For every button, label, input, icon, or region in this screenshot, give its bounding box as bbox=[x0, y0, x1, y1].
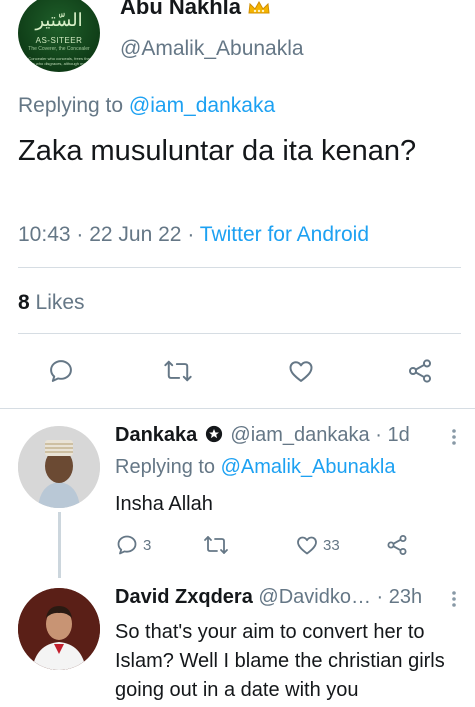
thread-line bbox=[58, 512, 61, 578]
share-button[interactable] bbox=[404, 355, 436, 387]
meta-separator: · bbox=[370, 586, 389, 608]
share-icon bbox=[387, 535, 407, 555]
replying-handle-link[interactable]: @iam_dankaka bbox=[129, 94, 275, 117]
meta-separator: · bbox=[181, 223, 200, 246]
like-button[interactable] bbox=[285, 355, 317, 387]
retweet-button[interactable] bbox=[203, 532, 229, 558]
comment-icon bbox=[50, 360, 72, 382]
reply-actions: 3 33 bbox=[115, 532, 435, 558]
tweet-text: Zaka musuluntar da ita kenan? bbox=[18, 135, 417, 167]
tweet-time: 10:43 bbox=[18, 223, 71, 246]
avatar-title: السّتير bbox=[35, 10, 83, 31]
reply-author-handle[interactable]: @iam_dankaka bbox=[230, 424, 369, 446]
replying-handle-link[interactable]: @Amalik_Abunakla bbox=[221, 456, 396, 478]
likes-number: 8 bbox=[18, 291, 30, 314]
reply-author-handle[interactable]: @Davidko… bbox=[258, 586, 371, 608]
display-name-text: Abu Nakhla bbox=[120, 0, 242, 19]
divider bbox=[18, 267, 461, 268]
reply-header: David Zxqdera @Davidko… · 23h bbox=[115, 586, 422, 609]
share-icon bbox=[408, 359, 432, 383]
avatar[interactable] bbox=[18, 588, 100, 670]
meta-separator: · bbox=[369, 424, 388, 446]
reply-text: So that's your aim to convert her to Isl… bbox=[115, 621, 445, 701]
avatar-small-text: Concealer who conceals, frees the one wh… bbox=[28, 56, 90, 66]
reply-author-name[interactable]: David Zxqdera bbox=[115, 586, 253, 608]
reply-button[interactable] bbox=[45, 355, 77, 387]
replying-prefix: Replying to bbox=[18, 94, 124, 117]
divider bbox=[0, 408, 475, 409]
reply-author-name[interactable]: Dankaka bbox=[115, 424, 197, 446]
meta-separator: · bbox=[70, 223, 90, 246]
likes-label: Likes bbox=[35, 291, 85, 314]
comment-icon bbox=[117, 535, 137, 555]
retweet-icon bbox=[164, 360, 192, 382]
reply-time: 23h bbox=[388, 586, 423, 608]
tweet-date: 22 Jun 22 bbox=[89, 223, 182, 246]
retweet-icon bbox=[204, 536, 228, 554]
crown-icon bbox=[248, 1, 270, 14]
avatar-subtitle: AS-SITEER bbox=[35, 36, 83, 45]
tweet-source-link[interactable]: Twitter for Android bbox=[200, 223, 369, 246]
reply-count: 3 bbox=[143, 536, 152, 554]
reply-tweet[interactable]: David Zxqdera @Davidko… · 23h So that's … bbox=[0, 582, 475, 707]
replying-prefix: Replying to bbox=[115, 456, 216, 478]
more-options-icon[interactable] bbox=[451, 428, 457, 446]
reply-time: 1d bbox=[387, 424, 410, 446]
like-icon bbox=[289, 361, 313, 382]
divider bbox=[18, 333, 461, 334]
avatar[interactable]: السّتير AS-SITEER The Coverer, the Conce… bbox=[18, 0, 100, 72]
avatar-photo bbox=[18, 426, 100, 508]
tweet-actions bbox=[0, 355, 475, 391]
avatar-photo bbox=[18, 588, 100, 670]
reply-button[interactable]: 3 bbox=[115, 532, 151, 558]
replying-to: Replying to @Amalik_Abunakla bbox=[115, 456, 395, 479]
reply-text: Insha Allah bbox=[115, 493, 213, 515]
avatar-caption: The Coverer, the Concealer bbox=[28, 46, 90, 52]
avatar[interactable] bbox=[18, 426, 100, 508]
reply-header: Dankaka @iam_dankaka · 1d bbox=[115, 424, 410, 447]
like-button[interactable]: 33 bbox=[295, 532, 340, 558]
likes-count[interactable]: 8 Likes bbox=[18, 291, 85, 315]
like-count: 33 bbox=[323, 536, 340, 554]
display-name[interactable]: Abu Nakhla bbox=[120, 0, 271, 20]
author-handle[interactable]: @Amalik_Abunakla bbox=[120, 37, 304, 61]
tweet-author[interactable]: السّتير AS-SITEER The Coverer, the Conce… bbox=[18, 0, 438, 74]
retweet-button[interactable] bbox=[162, 355, 194, 387]
share-button[interactable] bbox=[385, 532, 409, 558]
tweet-meta: 10:43 · 22 Jun 22 · Twitter for Android bbox=[18, 223, 369, 247]
verified-icon bbox=[205, 425, 222, 443]
replying-to: Replying to @iam_dankaka bbox=[18, 94, 275, 118]
reply-tweet[interactable]: Dankaka @iam_dankaka · 1d Replying to @A… bbox=[0, 420, 475, 578]
more-options-icon[interactable] bbox=[451, 590, 457, 608]
like-icon bbox=[297, 536, 317, 555]
